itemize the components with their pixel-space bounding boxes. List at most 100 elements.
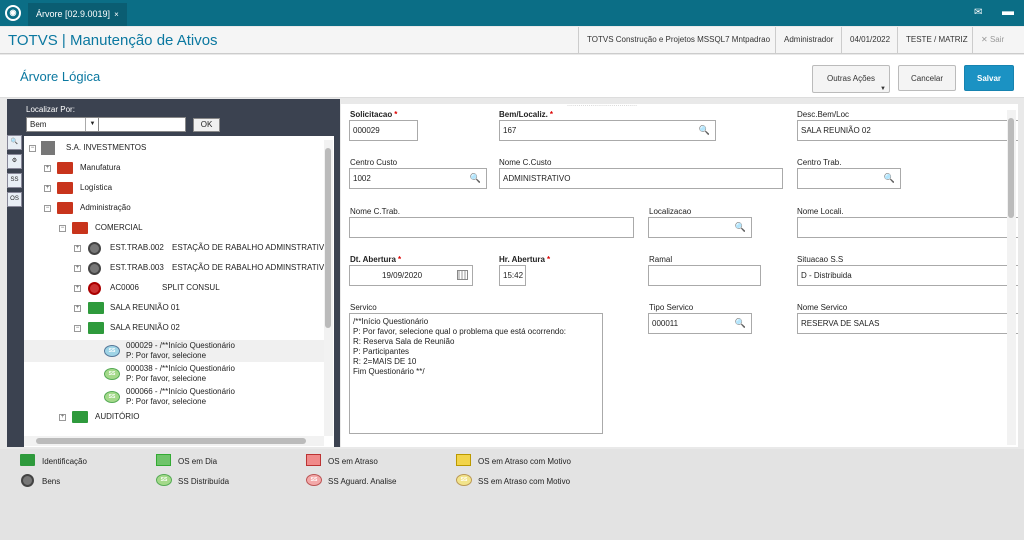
tree-item-ss-selected[interactable]: SS 000029 - /**Início Questionário P: Po… xyxy=(24,340,324,362)
tree-item-sala-02[interactable]: − SALA REUNIÃO 02 xyxy=(24,319,324,339)
collapse-icon[interactable]: − xyxy=(29,145,36,152)
tree-item-root[interactable]: − S.A. INVESTMENTOS xyxy=(24,139,324,159)
tree-item-auditorio[interactable]: + AUDITÓRIO xyxy=(24,408,324,428)
scrollbar-thumb[interactable] xyxy=(1008,118,1014,218)
logical-tree: − S.A. INVESTMENTOS + Manufatura + Logís… xyxy=(24,136,334,447)
tree-item-sala-01[interactable]: + SALA REUNIÃO 01 xyxy=(24,299,324,319)
centro-custo-field[interactable]: 1002 🔍 xyxy=(349,168,487,189)
hr-abertura-field[interactable]: 15:42 xyxy=(499,265,526,286)
tipo-servico-label: Tipo Servico xyxy=(649,303,694,312)
minimize-icon[interactable]: ▬ xyxy=(1002,4,1014,18)
side-toolbar: 🔍 ⚙ SS OS xyxy=(7,135,23,215)
save-button[interactable]: Salvar xyxy=(964,65,1014,91)
search-icon[interactable]: 🔍 xyxy=(884,169,895,188)
expand-icon[interactable]: + xyxy=(74,285,81,292)
tree-item-administracao[interactable]: − Administração xyxy=(24,199,324,219)
close-icon: ✕ xyxy=(981,35,990,44)
ramal-field[interactable] xyxy=(648,265,761,286)
scrollbar-thumb[interactable] xyxy=(36,438,306,444)
gear-icon xyxy=(88,262,101,275)
ss-filter-icon[interactable]: SS xyxy=(7,173,22,188)
tree-item-comercial[interactable]: − COMERCIAL xyxy=(24,219,324,239)
servico-textarea[interactable]: /**Início Questionário P: Por favor, sel… xyxy=(349,313,603,434)
os-filter-icon[interactable]: OS xyxy=(7,192,22,207)
folder-open-icon xyxy=(57,202,73,214)
nome-local-field[interactable] xyxy=(797,217,1018,238)
folder-green-icon xyxy=(72,411,88,423)
ss-green-icon: SS xyxy=(156,474,172,486)
folder-green-icon xyxy=(20,454,35,466)
legend-panel: Identificação Bens OS em Dia SS SS Distr… xyxy=(0,449,1024,540)
tab-arvore[interactable]: Árvore [02.9.0019] × xyxy=(28,3,127,26)
collapse-icon[interactable]: − xyxy=(59,225,66,232)
search-icon[interactable]: 🔍 xyxy=(735,314,746,333)
localizacao-field[interactable]: 🔍 xyxy=(648,217,752,238)
tab-close-icon[interactable]: × xyxy=(114,10,119,19)
tree-item-desc: ESTAÇÃO DE RABALHO ADMINSTRATIVC xyxy=(172,263,330,272)
scrollbar-thumb[interactable] xyxy=(325,148,331,328)
tree-horizontal-scrollbar[interactable] xyxy=(24,436,324,446)
collapse-icon[interactable]: − xyxy=(74,325,81,332)
search-icon[interactable]: 🔍 xyxy=(699,121,710,140)
tree-vertical-scrollbar[interactable] xyxy=(324,140,333,436)
user-info[interactable]: Administrador xyxy=(775,27,841,53)
calendar-icon[interactable] xyxy=(457,270,468,280)
expand-icon[interactable]: + xyxy=(74,305,81,312)
nome-ccusto-field[interactable]: ADMINISTRATIVO xyxy=(499,168,783,189)
folder-green-icon xyxy=(88,302,104,314)
tree-item-asset[interactable]: + EST.TRAB.003 ESTAÇÃO DE RABALHO ADMINS… xyxy=(24,259,334,279)
search-tree-icon[interactable]: 🔍 xyxy=(7,135,22,150)
centro-trab-field[interactable]: 🔍 xyxy=(797,168,901,189)
tree-item-manufatura[interactable]: + Manufatura xyxy=(24,159,324,179)
bem-field[interactable]: 167 🔍 xyxy=(499,120,716,141)
desc-bem-field[interactable]: SALA REUNIÃO 02 xyxy=(797,120,1018,141)
search-by-select[interactable]: Bem ▼ xyxy=(26,117,100,132)
situacao-label: Situacao S.S xyxy=(797,255,844,264)
folder-icon xyxy=(57,162,73,174)
tree-item-logistica[interactable]: + Logística xyxy=(24,179,324,199)
solicitacao-label: Solicitacao * xyxy=(350,110,398,119)
expand-icon[interactable]: + xyxy=(74,245,81,252)
search-input[interactable] xyxy=(98,117,186,132)
dt-abertura-field[interactable]: 19/09/2020 xyxy=(349,265,473,286)
tree-item-label: AUDITÓRIO xyxy=(95,412,140,421)
situacao-field[interactable]: D - Distribuida xyxy=(797,265,1018,286)
tree-item-label: Logística xyxy=(80,183,113,192)
page-toolbar: Árvore Lógica Outras Ações ▼ Cancelar Sal… xyxy=(0,55,1024,98)
desc-bem-label: Desc.Bem/Loc xyxy=(797,110,850,119)
hr-abertura-label: Hr. Abertura * xyxy=(499,255,551,264)
company-info[interactable]: TOTVS Construção e Projetos MSSQL7 Mntpa… xyxy=(578,27,778,53)
search-icon[interactable]: 🔍 xyxy=(470,169,481,188)
request-form: :::::::::::::::::::::::::::::::::::: Sol… xyxy=(341,104,1018,447)
building-icon xyxy=(41,141,55,155)
exit-button[interactable]: ✕ Sair xyxy=(972,27,1012,53)
ss-green-icon: SS xyxy=(104,391,120,403)
expand-icon[interactable]: + xyxy=(74,265,81,272)
nome-ctrab-field[interactable] xyxy=(349,217,634,238)
form-vertical-scrollbar[interactable] xyxy=(1007,110,1016,445)
expand-icon[interactable]: + xyxy=(44,185,51,192)
panel-splitter[interactable]: :::::::::::::::::::::::::::::::::::: xyxy=(567,104,637,108)
tree-item-asset[interactable]: + AC0006 SPLIT CONSUL xyxy=(24,279,334,299)
tree-item-desc: ESTAÇÃO DE RABALHO ADMINSTRATIVC xyxy=(172,243,330,252)
tree-item-ss[interactable]: SS 000066 - /**Início Questionário P: Po… xyxy=(24,386,324,408)
nome-servico-field[interactable]: RESERVA DE SALAS xyxy=(797,313,1018,334)
expand-icon[interactable]: + xyxy=(44,165,51,172)
tree-item-asset[interactable]: + EST.TRAB.002 ESTAÇÃO DE RABALHO ADMINS… xyxy=(24,239,334,259)
branch-info[interactable]: TESTE / MATRIZ xyxy=(897,27,976,53)
expand-icon[interactable]: + xyxy=(59,414,66,421)
gear-icon xyxy=(21,474,34,487)
top-tab-bar: ◉ Árvore [02.9.0019] × ✉ ▬ xyxy=(0,0,1024,26)
gear-icon[interactable]: ⚙ xyxy=(7,154,22,169)
search-icon[interactable]: 🔍 xyxy=(735,218,746,237)
cancel-button[interactable]: Cancelar xyxy=(898,65,956,91)
tipo-servico-field[interactable]: 000011 🔍 xyxy=(648,313,752,334)
collapse-icon[interactable]: − xyxy=(44,205,51,212)
mail-icon[interactable]: ✉ xyxy=(974,7,982,18)
ok-button[interactable]: OK xyxy=(193,118,220,132)
exit-label: Sair xyxy=(989,35,1005,44)
date-info[interactable]: 04/01/2022 xyxy=(841,27,898,53)
solicitacao-field[interactable]: 000029 xyxy=(349,120,418,141)
other-actions-button[interactable]: Outras Ações ▼ xyxy=(812,65,890,93)
tree-item-ss[interactable]: SS 000038 - /**Início Questionário P: Po… xyxy=(24,363,324,385)
